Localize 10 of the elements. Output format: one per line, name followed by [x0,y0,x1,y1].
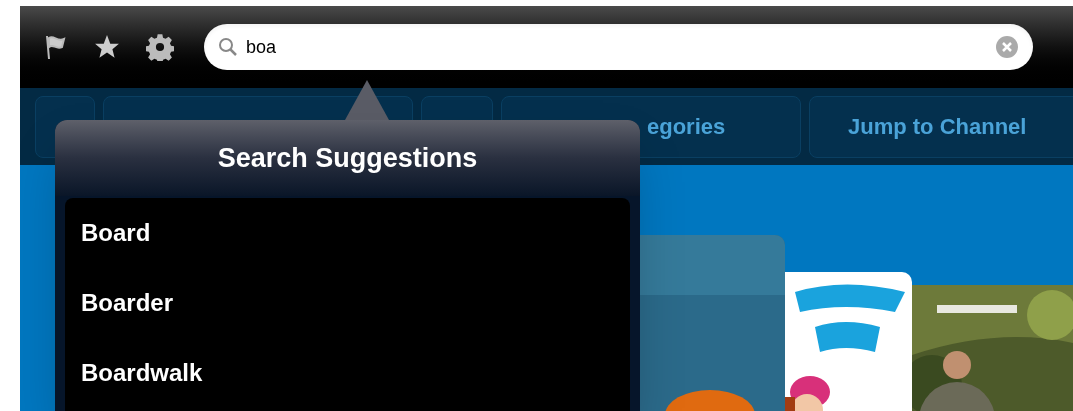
popover-title: Search Suggestions [217,141,478,175]
star-icon[interactable] [94,34,120,60]
search-field[interactable]: boa [204,24,1033,70]
search-icon [218,37,238,57]
suggestion-item[interactable]: Boarder [65,268,630,338]
flag-icon[interactable] [44,34,68,60]
suggestion-item[interactable]: Boardwalk [65,338,630,408]
settings-icon[interactable] [146,33,174,61]
suggestion-item[interactable]: Board [65,198,630,268]
nav-button[interactable]: Jump to Channel [809,95,1073,158]
